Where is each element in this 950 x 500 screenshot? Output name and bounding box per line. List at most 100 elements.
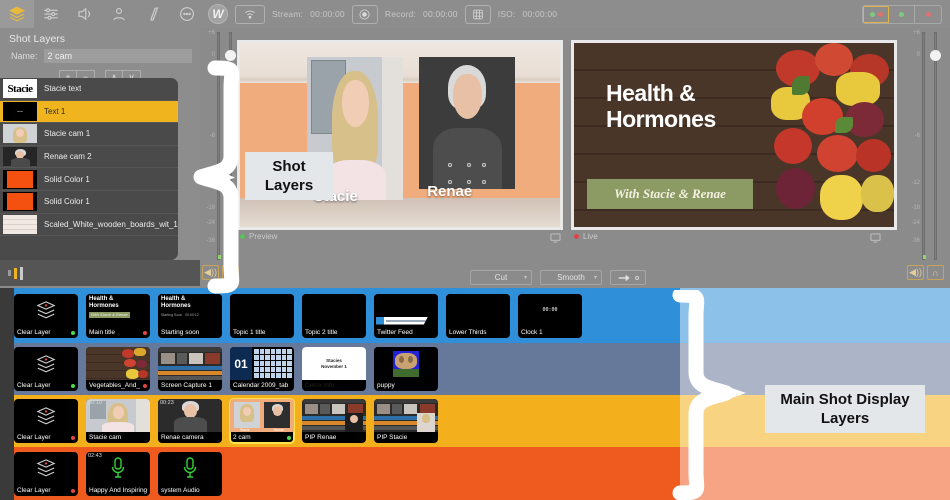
transition-style-select[interactable]: Smooth	[540, 270, 602, 285]
shot-label: Topic 2 title	[305, 328, 338, 336]
list-item[interactable]: Solid Color 1	[0, 168, 178, 191]
row-handle[interactable]	[0, 447, 14, 500]
shot-label: Clear Layer	[17, 382, 51, 389]
green-dot-button[interactable]	[889, 6, 915, 23]
tick: +6	[208, 30, 215, 36]
audio-fader-left[interactable]: +6 0 -6 -12 -18 -24 -36 ◀)) ∩	[198, 30, 242, 285]
tick: 0	[916, 52, 920, 58]
shot-thumbnail	[374, 347, 438, 380]
dual-dot-button[interactable]	[863, 6, 889, 23]
shot-tile[interactable]: Topic 1 title	[230, 293, 294, 338]
shot-tile[interactable]: Topic 2 title	[302, 293, 366, 338]
speaker-icon[interactable]: ◀))	[907, 265, 924, 280]
shot-tile[interactable]: Stacie Renae 2 cam	[229, 398, 295, 444]
shot-tile[interactable]: Stacies November 1 Detox info	[302, 347, 366, 391]
program-monitor[interactable]: Health & Hormones With Stacie & Renae	[571, 40, 897, 230]
layer-thumbnail	[3, 147, 37, 167]
list-item[interactable]: Solid Color 1	[0, 191, 178, 214]
iso-record-button[interactable]	[464, 4, 491, 24]
person-icon[interactable]	[102, 0, 136, 28]
audio-fader-track[interactable]	[934, 32, 937, 260]
transition-mode-select[interactable]: Cut	[470, 270, 532, 285]
program-output-icon[interactable]	[870, 230, 881, 248]
layers-icon[interactable]	[0, 0, 34, 28]
shot-tile[interactable]: Vegetables_And_	[86, 347, 150, 391]
shot-row-graphics: Clear Layer Health & Hormones With Stacie…	[0, 288, 950, 343]
row-handle[interactable]	[0, 343, 14, 395]
shot-tile[interactable]: Clear Layer	[14, 347, 78, 391]
shot-tile[interactable]: puppy	[374, 347, 438, 391]
red-dot-button[interactable]	[915, 6, 941, 23]
list-item[interactable]: Renae cam 2	[0, 146, 178, 169]
tick: -24	[206, 220, 215, 226]
list-item[interactable]: Stacie Stacie text	[0, 78, 178, 101]
transition-style-value: Smooth	[557, 273, 585, 282]
tick: -18	[206, 205, 215, 211]
shot-label: Screen Capture 1	[161, 382, 212, 389]
layer-list[interactable]: Stacie Stacie text -- Text 1 Stacie cam …	[0, 78, 178, 260]
layer-label: Solid Color 1	[44, 174, 90, 184]
shot-tile[interactable]: Screen Capture 1	[158, 347, 222, 391]
shot-tile[interactable]: Clear Layer	[14, 451, 78, 496]
list-item[interactable]: -- Text 1	[0, 100, 178, 124]
layer-thumbnail	[3, 124, 37, 144]
shot-tile[interactable]: 00:00 Clock 1	[518, 293, 582, 338]
row-handle[interactable]	[0, 395, 14, 447]
audio-icon[interactable]	[68, 0, 102, 28]
name-input[interactable]: 2 cam	[43, 49, 192, 63]
speaker-icon[interactable]: ◀))	[202, 265, 219, 280]
program-title: Health & Hormones	[606, 80, 716, 133]
window-mode-buttons	[862, 5, 942, 24]
audio-fader-knob[interactable]	[225, 50, 236, 61]
preview-monitor[interactable]: Stacie Renae	[237, 40, 563, 230]
take-button[interactable]	[610, 270, 646, 285]
selection-handles[interactable]	[447, 162, 487, 184]
list-item[interactable]: Scaled_White_wooden_boards_wit_1759838	[0, 214, 178, 237]
record-time: 00:00:00	[423, 9, 458, 19]
audio-fader-track[interactable]	[229, 32, 232, 260]
transition-icon[interactable]	[136, 0, 170, 28]
shot-tile[interactable]: Clear Layer	[14, 293, 78, 338]
shot-tile[interactable]: 01 Calendar 2009_tab	[230, 347, 294, 391]
preview-output-icon[interactable]	[550, 230, 561, 248]
audio-level-meter	[922, 32, 926, 260]
row-handle[interactable]	[0, 288, 14, 343]
shot-label: Lower Thirds	[449, 328, 487, 336]
shot-tile[interactable]: Twitter Feed	[374, 293, 438, 338]
shot-tile[interactable]: 00:23 Renae camera	[158, 399, 222, 443]
shot-label: Calendar 2009_tab	[233, 382, 289, 389]
headphones-icon[interactable]: ∩	[222, 265, 239, 280]
detox-line2: November 1	[321, 363, 347, 369]
shot-label: Starting soon	[161, 328, 200, 336]
shot-row-audio: Clear Layer 02:43 Happy And Inspiring sy…	[0, 447, 950, 500]
program-title-line1: Health &	[606, 79, 696, 106]
audio-fader-knob[interactable]	[930, 50, 941, 61]
shot-tile[interactable]: Lower Thirds	[446, 293, 510, 338]
tick: -24	[911, 220, 920, 226]
tick: -6	[209, 133, 215, 139]
shot-thumbnail	[302, 399, 366, 432]
shot-tile[interactable]: 00:10 Stacie cam	[86, 399, 150, 443]
shot-tile[interactable]: Health & Hormones Starting Soon 00:00:12 …	[158, 293, 222, 338]
iso-time: 00:00:00	[522, 9, 558, 19]
layer-label: Scaled_White_wooden_boards_wit_1759838	[44, 219, 178, 229]
audio-fader-right[interactable]: +6 0 -6 -12 -18 -24 -36 ◀)) ∩	[903, 30, 947, 285]
shot-tile[interactable]: system Audio	[158, 451, 222, 496]
shot-tile[interactable]: PIP Renae	[302, 399, 366, 443]
shot-label: Clear Layer	[17, 486, 51, 494]
more-icon[interactable]	[170, 0, 204, 28]
headphones-icon[interactable]: ∩	[927, 265, 944, 280]
callout-left-line1: Shot	[272, 158, 306, 175]
stream-button[interactable]	[235, 4, 265, 24]
shot-tile[interactable]: Health & Hormones With Stacie & Renae Mai…	[86, 293, 150, 338]
record-button[interactable]	[351, 4, 378, 24]
list-item[interactable]: Stacie cam 1	[0, 123, 178, 146]
audio-level-meter	[217, 32, 221, 260]
shot-tile[interactable]: 02:43 Happy And Inspiring	[86, 451, 150, 496]
sliders-icon[interactable]	[34, 0, 68, 28]
shot-label: puppy	[377, 382, 395, 389]
transition-mode-value: Cut	[494, 273, 508, 282]
shot-tile[interactable]: PIP Stacie	[374, 399, 438, 443]
fader-scale: +6 0 -6 -12 -18 -24 -36	[904, 30, 920, 260]
shot-tile[interactable]: Clear Layer	[14, 399, 78, 443]
